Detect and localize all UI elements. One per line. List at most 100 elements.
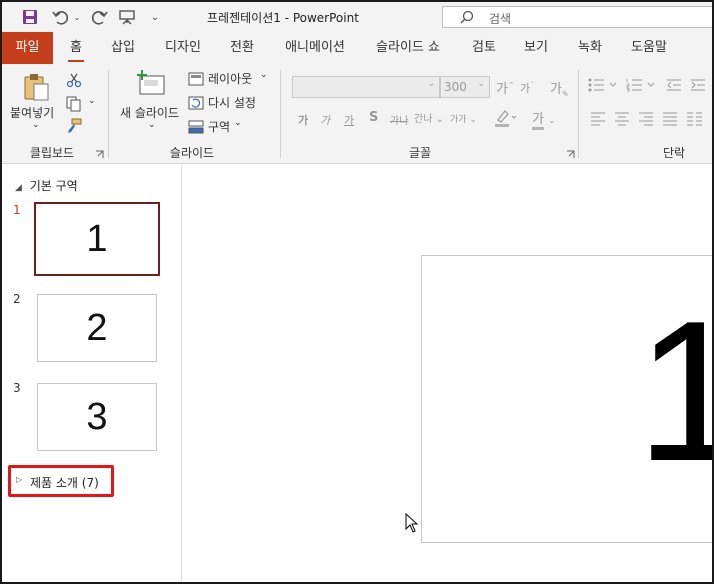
bold-button[interactable]: 가: [298, 112, 308, 128]
tab-design[interactable]: 디자인: [160, 32, 206, 64]
ribbon-home: 붙여넣기 ⌄ ⌄ 클립보드 새 슬라이드 ⌄ 레이아웃 ⌄ 다시 설정 구역 ⌄…: [2, 64, 712, 164]
undo-dropdown-icon[interactable]: ⌄: [72, 6, 82, 28]
window-title: 프레젠테이션1 - PowerPoint: [207, 11, 359, 25]
shadow-button[interactable]: S: [369, 110, 378, 125]
tab-view[interactable]: 보기: [520, 32, 552, 64]
copy-icon[interactable]: [66, 96, 84, 115]
grow-font-button[interactable]: 가^: [496, 78, 514, 97]
columns-icon[interactable]: [686, 112, 704, 129]
search-placeholder: 검색: [489, 12, 512, 26]
paste-label: 붙여넣기: [10, 106, 55, 120]
numbering-icon[interactable]: [626, 78, 656, 95]
section-icon: [188, 120, 204, 137]
highlight-color-button[interactable]: [494, 108, 518, 131]
title-bar: ⌄ ⌄ 프레젠테이션1 - PowerPoint 검색: [2, 2, 712, 32]
group-separator: [280, 70, 281, 158]
font-name-select[interactable]: ⌄: [292, 76, 440, 98]
section-header-default[interactable]: ◢ 기본 구역: [15, 177, 78, 194]
font-size-select[interactable]: 300 ⌄: [440, 76, 490, 98]
paragraph-group-label: 단락: [662, 146, 686, 160]
collapse-section-icon: ◢: [15, 183, 22, 193]
font-size-value: 300: [444, 80, 467, 94]
section-dropdown-icon: ⌄: [234, 118, 242, 128]
tab-transitions[interactable]: 전환: [226, 32, 258, 64]
layout-label: 레이아웃: [208, 72, 253, 86]
copy-dropdown-icon[interactable]: ⌄: [88, 96, 96, 106]
expand-section-icon: ▷: [16, 475, 23, 484]
active-tab-indicator: [68, 60, 84, 62]
layout-icon: [188, 72, 204, 89]
slide-editor: 1: [183, 165, 712, 582]
reset-label: 다시 설정: [208, 96, 256, 110]
tab-file[interactable]: 파일: [2, 32, 53, 64]
tab-help[interactable]: 도움말: [626, 32, 672, 64]
new-slide-icon: [136, 70, 166, 101]
powerpoint-window: ⌄ ⌄ 프레젠테이션1 - PowerPoint 검색 파일 홈 삽입 디자인 …: [0, 0, 714, 584]
decrease-indent-icon[interactable]: [666, 78, 682, 95]
clear-format-label: 가: [550, 82, 562, 97]
font-color-label: 가: [532, 112, 544, 130]
shrink-font-label: 가: [520, 82, 531, 95]
clipboard-group-label: 클립보드: [29, 146, 75, 160]
underline-button[interactable]: 가: [344, 112, 354, 128]
slide-content-number[interactable]: 1: [636, 292, 712, 492]
shrink-font-button[interactable]: 가ˇ: [520, 80, 534, 96]
slide-thumbnail-3[interactable]: 3: [37, 383, 157, 451]
italic-button[interactable]: 가: [320, 112, 330, 128]
thumbnail-content: 2: [86, 306, 108, 349]
paste-button[interactable]: 붙여넣기 ⌄: [10, 70, 60, 136]
tab-insert[interactable]: 삽입: [106, 32, 140, 64]
change-case-label: 가가: [450, 115, 467, 125]
slide-thumbnail-1[interactable]: 1: [34, 202, 160, 276]
tab-record[interactable]: 녹화: [574, 32, 606, 64]
new-slide-button[interactable]: 새 슬라이드 ⌄: [116, 70, 184, 136]
grow-font-label: 가: [496, 82, 508, 97]
save-icon[interactable]: [20, 6, 40, 28]
section-label: 구역: [208, 120, 231, 134]
format-painter-icon[interactable]: [66, 118, 82, 137]
font-group-label: 글꼴: [408, 146, 432, 160]
tab-slideshow[interactable]: 슬라이드 쇼: [370, 32, 446, 64]
section-name-default: 기본 구역: [29, 179, 78, 193]
justify-icon[interactable]: [662, 112, 678, 129]
font-size-dropdown-icon: ⌄: [477, 79, 485, 89]
cut-icon[interactable]: [66, 72, 82, 91]
char-spacing-label: 간나: [414, 114, 433, 125]
slide-canvas[interactable]: 1: [421, 255, 712, 543]
change-case-button[interactable]: 가가 ⌄: [450, 112, 477, 125]
bullets-icon[interactable]: [588, 78, 618, 95]
ribbon-tabs: 파일 홈 삽입 디자인 전환 애니메이션 슬라이드 쇼 검토 보기 녹화 도움말: [2, 32, 712, 64]
slide-number: 1: [13, 203, 21, 217]
section-header-product[interactable]: ▷ 제품 소개 (7): [8, 465, 114, 497]
tab-review[interactable]: 검토: [468, 32, 500, 64]
customize-icon[interactable]: ⌄: [148, 6, 162, 28]
layout-dropdown-icon: ⌄: [260, 70, 268, 80]
clear-format-button[interactable]: 가✎: [550, 78, 569, 99]
thumbnail-content: 1: [86, 217, 108, 260]
slide-thumbnail-2[interactable]: 2: [37, 294, 157, 362]
strikethrough-button[interactable]: 가나: [390, 112, 408, 127]
search-input[interactable]: 검색: [442, 6, 712, 28]
font-launcher-icon[interactable]: [566, 148, 575, 158]
slides-group-label: 슬라이드: [169, 146, 215, 160]
align-center-icon[interactable]: [614, 112, 630, 129]
align-right-icon[interactable]: [638, 112, 654, 129]
paste-dropdown-icon: ⌄: [32, 120, 40, 130]
new-slide-label: 새 슬라이드: [120, 106, 180, 120]
font-name-dropdown-icon: ⌄: [427, 79, 435, 89]
new-slide-dropdown-icon: ⌄: [148, 120, 156, 130]
group-separator: [108, 70, 109, 158]
align-left-icon[interactable]: [590, 112, 606, 129]
redo-icon[interactable]: [88, 6, 110, 28]
char-spacing-button[interactable]: 간나 ⌄: [414, 110, 444, 125]
present-icon[interactable]: [116, 6, 138, 28]
increase-indent-icon[interactable]: [690, 78, 706, 95]
tab-animations[interactable]: 애니메이션: [280, 32, 350, 64]
slide-number: 3: [13, 381, 21, 395]
thumbnail-content: 3: [86, 395, 108, 438]
clipboard-launcher-icon[interactable]: [95, 148, 104, 158]
slide-thumbnail-pane: ◢ 기본 구역 1 1 2 2 3 3 ▷ 제품 소개 (7): [2, 165, 182, 582]
undo-icon[interactable]: [50, 6, 72, 28]
font-color-button[interactable]: 가 ⌄: [532, 108, 556, 130]
paste-icon: [23, 72, 51, 105]
